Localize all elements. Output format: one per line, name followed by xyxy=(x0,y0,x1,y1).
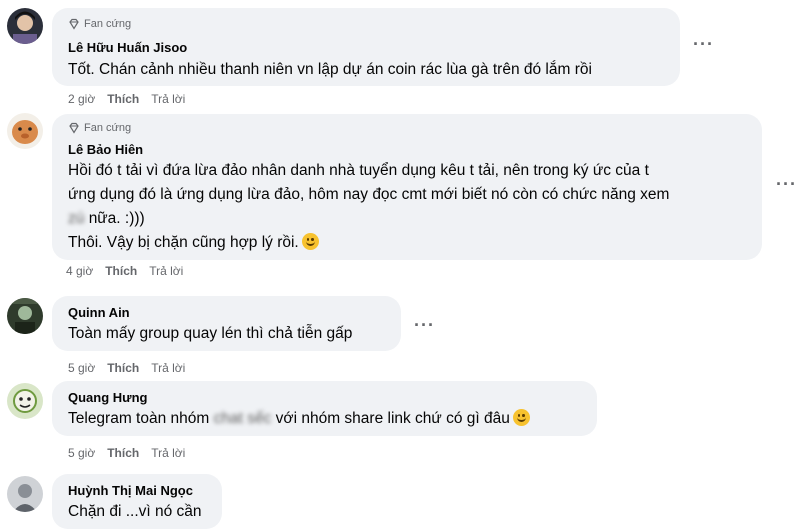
comment-author[interactable]: Lê Hữu Huấn Jisoo xyxy=(68,40,187,55)
blurred-word: zú xyxy=(68,210,85,227)
avatar[interactable] xyxy=(7,8,43,44)
reply-button[interactable]: Trả lời xyxy=(151,446,185,460)
comment-bubble: Fan cứng Lê Hữu Huấn Jisoo Tốt. Chán cản… xyxy=(52,8,680,86)
comment-author[interactable]: Quang Hưng xyxy=(68,390,147,405)
comment-bubble: Huỳnh Thị Mai Ngọc Chặn đi ...vì nó cần xyxy=(52,474,222,529)
comment-actions: 5 giờ Thích Trả lời xyxy=(68,361,185,375)
reply-button[interactable]: Trả lời xyxy=(151,92,185,106)
comment-author[interactable]: Huỳnh Thị Mai Ngọc xyxy=(68,483,193,498)
comment-text-line: Hồi đó t tải vì đứa lừa đảo nhân danh nh… xyxy=(68,162,649,179)
like-button[interactable]: Thích xyxy=(107,446,139,460)
comment-text-fragment: nữa. :))) xyxy=(88,210,145,227)
avatar[interactable] xyxy=(7,383,43,419)
avatar[interactable] xyxy=(7,476,43,512)
reply-button[interactable]: Trả lời xyxy=(151,361,185,375)
reply-button[interactable]: Trả lời xyxy=(149,264,183,278)
comment-time[interactable]: 5 giờ xyxy=(68,361,95,375)
comment-actions: 5 giờ Thích Trả lời xyxy=(68,446,185,460)
diamond-icon xyxy=(69,122,79,134)
comment-time[interactable]: 2 giờ xyxy=(68,92,95,106)
comment-text-line: Thôi. Vậy bị chặn cũng hợp lý rồi. xyxy=(68,232,319,253)
comment-text: Chặn đi ...vì nó cần xyxy=(68,503,202,520)
like-button[interactable]: Thích xyxy=(107,361,139,375)
comment-text-fragment: với nhóm share link chứ có gì đâu xyxy=(275,410,510,427)
comment-author[interactable]: Lê Bảo Hiên xyxy=(68,142,143,157)
fan-badge: Fan cứng xyxy=(68,18,131,30)
comment-text: Toàn mấy group quay lén thì chả tiễn gấp xyxy=(68,325,353,342)
comment-time[interactable]: 4 giờ xyxy=(66,264,93,278)
blurred-word: chat sếc xyxy=(213,410,272,427)
badge-label: Fan cứng xyxy=(84,18,132,30)
avatar[interactable] xyxy=(7,298,43,334)
avatar[interactable] xyxy=(7,113,43,149)
badge-label: Fan cứng xyxy=(84,122,132,134)
comment-text: Telegram toàn nhóm chat sếc với nhóm sha… xyxy=(68,408,530,429)
comment-text: Tốt. Chán cảnh nhiều thanh niên vn lập d… xyxy=(68,61,592,78)
comment-actions: 2 giờ Thích Trả lời xyxy=(68,92,185,106)
like-button[interactable]: Thích xyxy=(105,264,137,278)
comment-bubble: Quang Hưng Telegram toàn nhóm chat sếc v… xyxy=(52,381,597,436)
comment-text-fragment: Thôi. Vậy bị chặn cũng hợp lý rồi. xyxy=(68,234,299,251)
more-options-button[interactable]: ··· xyxy=(776,174,797,195)
like-button[interactable]: Thích xyxy=(107,92,139,106)
more-options-button[interactable]: ··· xyxy=(693,34,714,55)
comment-text-fragment: Telegram toàn nhóm xyxy=(68,410,210,427)
fan-badge: Fan cứng xyxy=(68,122,131,134)
comment-time[interactable]: 5 giờ xyxy=(68,446,95,460)
comment-bubble: Fan cứng Lê Bảo Hiên Hồi đó t tải vì đứa… xyxy=(52,114,762,260)
comment-text-line: zú nữa. :))) xyxy=(68,208,145,229)
smile-emoji-icon xyxy=(512,409,530,426)
comment-author[interactable]: Quinn Ain xyxy=(68,305,130,320)
smile-emoji-icon xyxy=(301,233,319,250)
comment-bubble: Quinn Ain Toàn mấy group quay lén thì ch… xyxy=(52,296,401,351)
more-options-button[interactable]: ··· xyxy=(414,315,435,336)
diamond-icon xyxy=(69,18,79,30)
comment-text-line: ứng dụng đó là ứng dụng lừa đảo, hôm nay… xyxy=(68,186,670,203)
comment-actions: 4 giờ Thích Trả lời xyxy=(66,264,183,278)
